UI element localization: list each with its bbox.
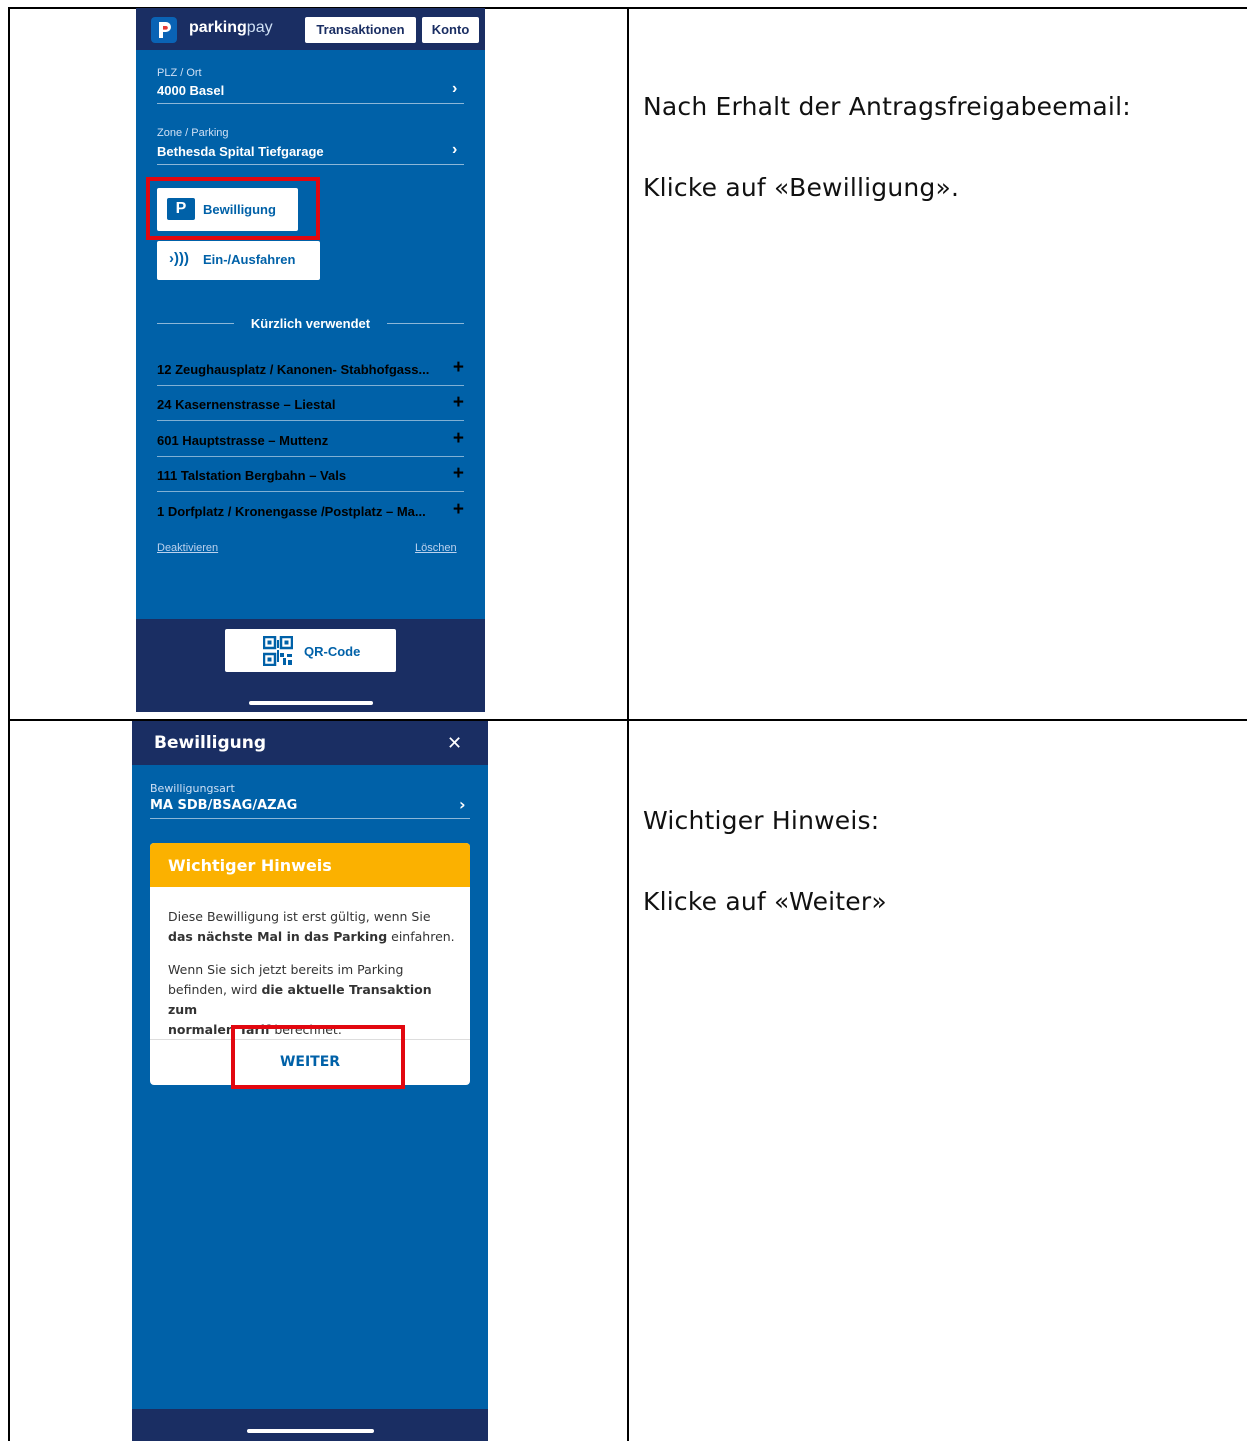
divider-left (157, 323, 234, 324)
chevron-right-icon[interactable]: › (452, 80, 457, 98)
contactless-icon: ›))) (169, 250, 189, 267)
recent-heading: Kürzlich verwendet (250, 316, 371, 331)
plus-icon[interactable]: + (453, 392, 464, 414)
close-icon[interactable]: ✕ (447, 733, 462, 754)
deactivate-link[interactable]: Deaktivieren (157, 542, 218, 554)
zone-underline (157, 164, 464, 165)
notice-title: Wichtiger Hinweis (168, 856, 332, 875)
notice-paragraph-1: Diese Bewilligung ist erst gültig, wenn … (168, 909, 455, 944)
bottom-bar (132, 1409, 488, 1441)
plz-underline (157, 103, 464, 104)
chevron-right-icon[interactable]: › (452, 141, 457, 159)
plus-icon[interactable]: + (453, 357, 464, 379)
plus-icon[interactable]: + (453, 499, 464, 521)
recent-item[interactable]: 12 Zeughausplatz / Kanonen- Stabhofgass.… (157, 357, 464, 386)
zone-value[interactable]: Bethesda Spital Tiefgarage (157, 144, 324, 159)
divider-right (387, 323, 464, 324)
parkingpay-logo-icon (151, 17, 177, 43)
home-indicator (247, 1429, 374, 1433)
instruction-line: Nach Erhalt der Antragsfreigabeemail: (643, 92, 1131, 121)
modal-title: Bewilligung (154, 733, 267, 753)
instruction-line: Klicke auf «Bewilligung». (643, 173, 960, 202)
plz-label: PLZ / Ort (157, 67, 202, 79)
plus-icon[interactable]: + (453, 428, 464, 450)
recent-item-label: 1 Dorfplatz / Kronengasse /Postplatz – M… (157, 504, 426, 519)
recent-item[interactable]: 111 Talstation Bergbahn – Vals + (157, 463, 464, 492)
table-column-divider (627, 7, 629, 1441)
recent-item[interactable]: 24 Kasernenstrasse – Liestal + (157, 392, 464, 421)
zone-label: Zone / Parking (157, 127, 229, 139)
recent-item-label: 601 Hauptstrasse – Muttenz (157, 433, 329, 448)
permit-type-value[interactable]: MA SDB/BSAG/AZAG (150, 798, 297, 813)
qr-code-icon (262, 635, 294, 671)
plz-value[interactable]: 4000 Basel (157, 83, 224, 98)
transactions-button[interactable]: Transaktionen (305, 17, 416, 43)
recent-item-label: 111 Talstation Bergbahn – Vals (157, 468, 347, 483)
qr-code-label: QR-Code (304, 644, 361, 659)
permit-type-underline (150, 818, 470, 819)
table-border-left (8, 7, 10, 1441)
logo-wordmark: parkingpay (189, 19, 273, 36)
home-indicator (249, 701, 373, 705)
recent-item-label: 12 Zeughausplatz / Kanonen- Stabhofgass.… (157, 362, 430, 377)
entry-exit-button[interactable]: ›))) Ein-/Ausfahren (157, 241, 320, 280)
recent-item-label: 24 Kasernenstrasse – Liestal (157, 397, 336, 412)
recent-item[interactable]: 1 Dorfplatz / Kronengasse /Postplatz – M… (157, 499, 464, 528)
highlight-box (231, 1025, 405, 1089)
qr-code-button[interactable]: QR-Code (225, 629, 396, 672)
instruction-line: Klicke auf «Weiter» (643, 887, 887, 916)
delete-link[interactable]: Löschen (415, 542, 457, 554)
plus-icon[interactable]: + (453, 463, 464, 485)
highlight-box (146, 177, 320, 240)
account-button[interactable]: Konto (422, 17, 479, 43)
recent-item[interactable]: 601 Hauptstrasse – Muttenz + (157, 428, 464, 457)
chevron-right-icon[interactable]: › (459, 795, 466, 814)
entry-exit-label: Ein-/Ausfahren (203, 252, 296, 267)
permit-type-label: Bewilligungsart (150, 782, 235, 795)
instruction-line: Wichtiger Hinweis: (643, 806, 880, 835)
